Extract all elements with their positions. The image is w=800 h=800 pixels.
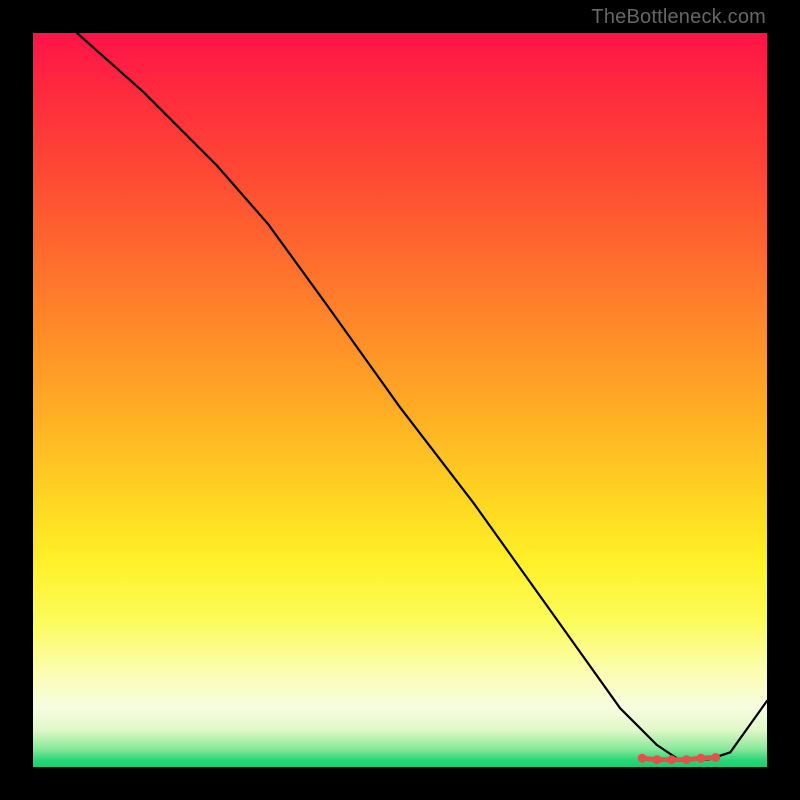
marker-dot: [711, 753, 720, 762]
marker-dot: [696, 754, 705, 763]
marker-dot: [682, 755, 691, 764]
watermark-text: TheBottleneck.com: [591, 6, 766, 29]
chart-svg: [33, 33, 767, 767]
marker-group: [638, 753, 720, 764]
curve-line: [77, 33, 767, 760]
marker-dot: [652, 755, 661, 764]
marker-dot: [638, 754, 647, 763]
chart-frame: TheBottleneck.com: [0, 0, 800, 800]
plot-area: [33, 33, 767, 767]
line-series: [77, 33, 767, 760]
marker-dot: [667, 755, 676, 764]
